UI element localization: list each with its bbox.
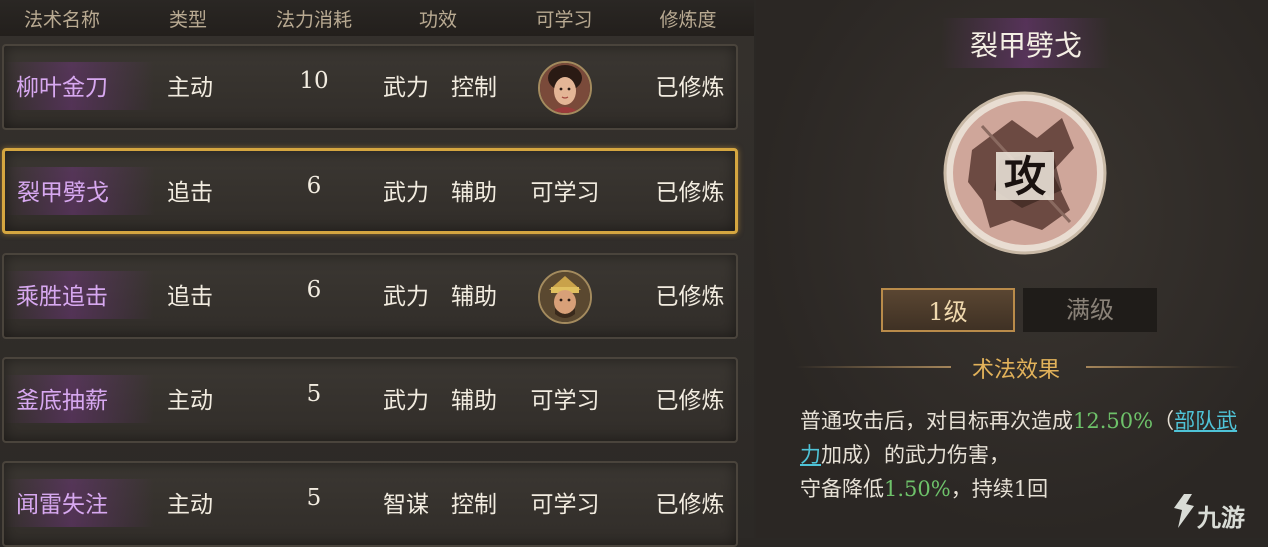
desc-text-5: ，持续1回 xyxy=(950,477,1049,501)
learnable-label: 可学习 xyxy=(530,492,600,518)
skill-cost: 6 xyxy=(306,173,322,199)
training-status: 已修炼 xyxy=(655,492,725,518)
skill-description: 普通攻击后，对目标再次造成12.50%（部队武力加成）的武力伤害， 守备降低1.5… xyxy=(800,404,1250,506)
skill-effect-2: 辅助 xyxy=(451,388,497,414)
skill-effect-2: 控制 xyxy=(451,75,497,101)
training-status: 已修炼 xyxy=(655,75,725,101)
skill-cost: 5 xyxy=(306,485,322,511)
desc-text-1: 普通攻击后，对目标再次造成 xyxy=(800,409,1073,433)
tab-max-level[interactable]: 满级 xyxy=(1023,288,1157,332)
table-row-selected[interactable]: 裂甲劈戈 追击 6 武力 辅助 可学习 已修炼 xyxy=(2,148,738,234)
header-name: 法术名称 xyxy=(23,9,100,31)
skill-type: 主动 xyxy=(167,388,213,414)
female-general-avatar[interactable] xyxy=(538,61,592,115)
attack-skill-emblem-icon: 攻 xyxy=(942,90,1108,256)
skill-effect-2: 辅助 xyxy=(451,180,497,206)
skill-effect-2: 控制 xyxy=(451,492,497,518)
skill-cost: 10 xyxy=(299,68,329,94)
table-row[interactable]: 闻雷失注 主动 5 智谋 控制 可学习 已修炼 xyxy=(2,461,738,547)
table-row[interactable]: 柳叶金刀 主动 10 武力 控制 已修炼 xyxy=(2,44,738,130)
desc-text-4: 守备降低 xyxy=(800,477,884,501)
skill-effect-2: 辅助 xyxy=(451,284,497,310)
skill-effect-1: 武力 xyxy=(383,388,429,414)
header-learnable: 可学习 xyxy=(535,9,593,31)
skill-name: 裂甲劈戈 xyxy=(17,180,109,206)
skill-effect-1: 武力 xyxy=(383,284,429,310)
header-effect: 功效 xyxy=(418,9,457,31)
section-title: 术法效果 xyxy=(971,358,1060,383)
section-divider-right xyxy=(1086,366,1241,368)
header-training: 修炼度 xyxy=(659,9,717,31)
header-cost: 法力消耗 xyxy=(275,9,352,31)
male-general-avatar[interactable] xyxy=(538,270,592,324)
skill-detail-title: 裂甲劈戈 xyxy=(969,29,1082,62)
learnable-label: 可学习 xyxy=(530,180,600,206)
skill-effect-1: 智谋 xyxy=(383,492,429,518)
skill-effect-1: 武力 xyxy=(383,75,429,101)
skill-type: 追击 xyxy=(167,180,213,206)
skill-name: 釜底抽薪 xyxy=(16,388,108,414)
skill-type: 主动 xyxy=(167,75,213,101)
section-divider-left xyxy=(796,366,951,368)
table-row[interactable]: 釜底抽薪 主动 5 武力 辅助 可学习 已修炼 xyxy=(2,357,738,443)
skill-detail-panel: 裂甲劈戈 攻 1级 满级 术法效果 普通攻击后，对目标再次造成12.50%（部队… xyxy=(756,0,1268,538)
tab-level-1[interactable]: 1级 xyxy=(881,288,1015,332)
damage-percent: 12.50% xyxy=(1073,409,1154,433)
skill-type: 主动 xyxy=(167,492,213,518)
skill-effect-1: 武力 xyxy=(383,180,429,206)
skill-cost: 5 xyxy=(306,381,322,407)
table-header: 法术名称 类型 法力消耗 功效 可学习 修炼度 xyxy=(0,0,754,36)
skill-cost: 6 xyxy=(306,277,322,303)
skill-name: 乘胜追击 xyxy=(16,284,108,310)
skill-type: 追击 xyxy=(167,284,213,310)
skill-name: 柳叶金刀 xyxy=(16,75,108,101)
skill-name: 闻雷失注 xyxy=(16,492,108,518)
training-status: 已修炼 xyxy=(655,180,725,206)
training-status: 已修炼 xyxy=(655,284,725,310)
learnable-label: 可学习 xyxy=(530,388,600,414)
defense-reduce-percent: 1.50% xyxy=(884,477,951,501)
watermark-text: 九游 xyxy=(1197,504,1245,532)
header-type: 类型 xyxy=(168,9,207,31)
desc-text-3: 加成）的武力伤害， xyxy=(821,443,1010,467)
table-row[interactable]: 乘胜追击 追击 6 武力 辅助 已修炼 xyxy=(2,253,738,339)
training-status: 已修炼 xyxy=(655,388,725,414)
emblem-char: 攻 xyxy=(1004,152,1047,201)
skill-table: 法术名称 类型 法力消耗 功效 可学习 修炼度 柳叶金刀 主动 10 武力 控制… xyxy=(0,0,754,547)
desc-text-2: （ xyxy=(1153,409,1175,433)
